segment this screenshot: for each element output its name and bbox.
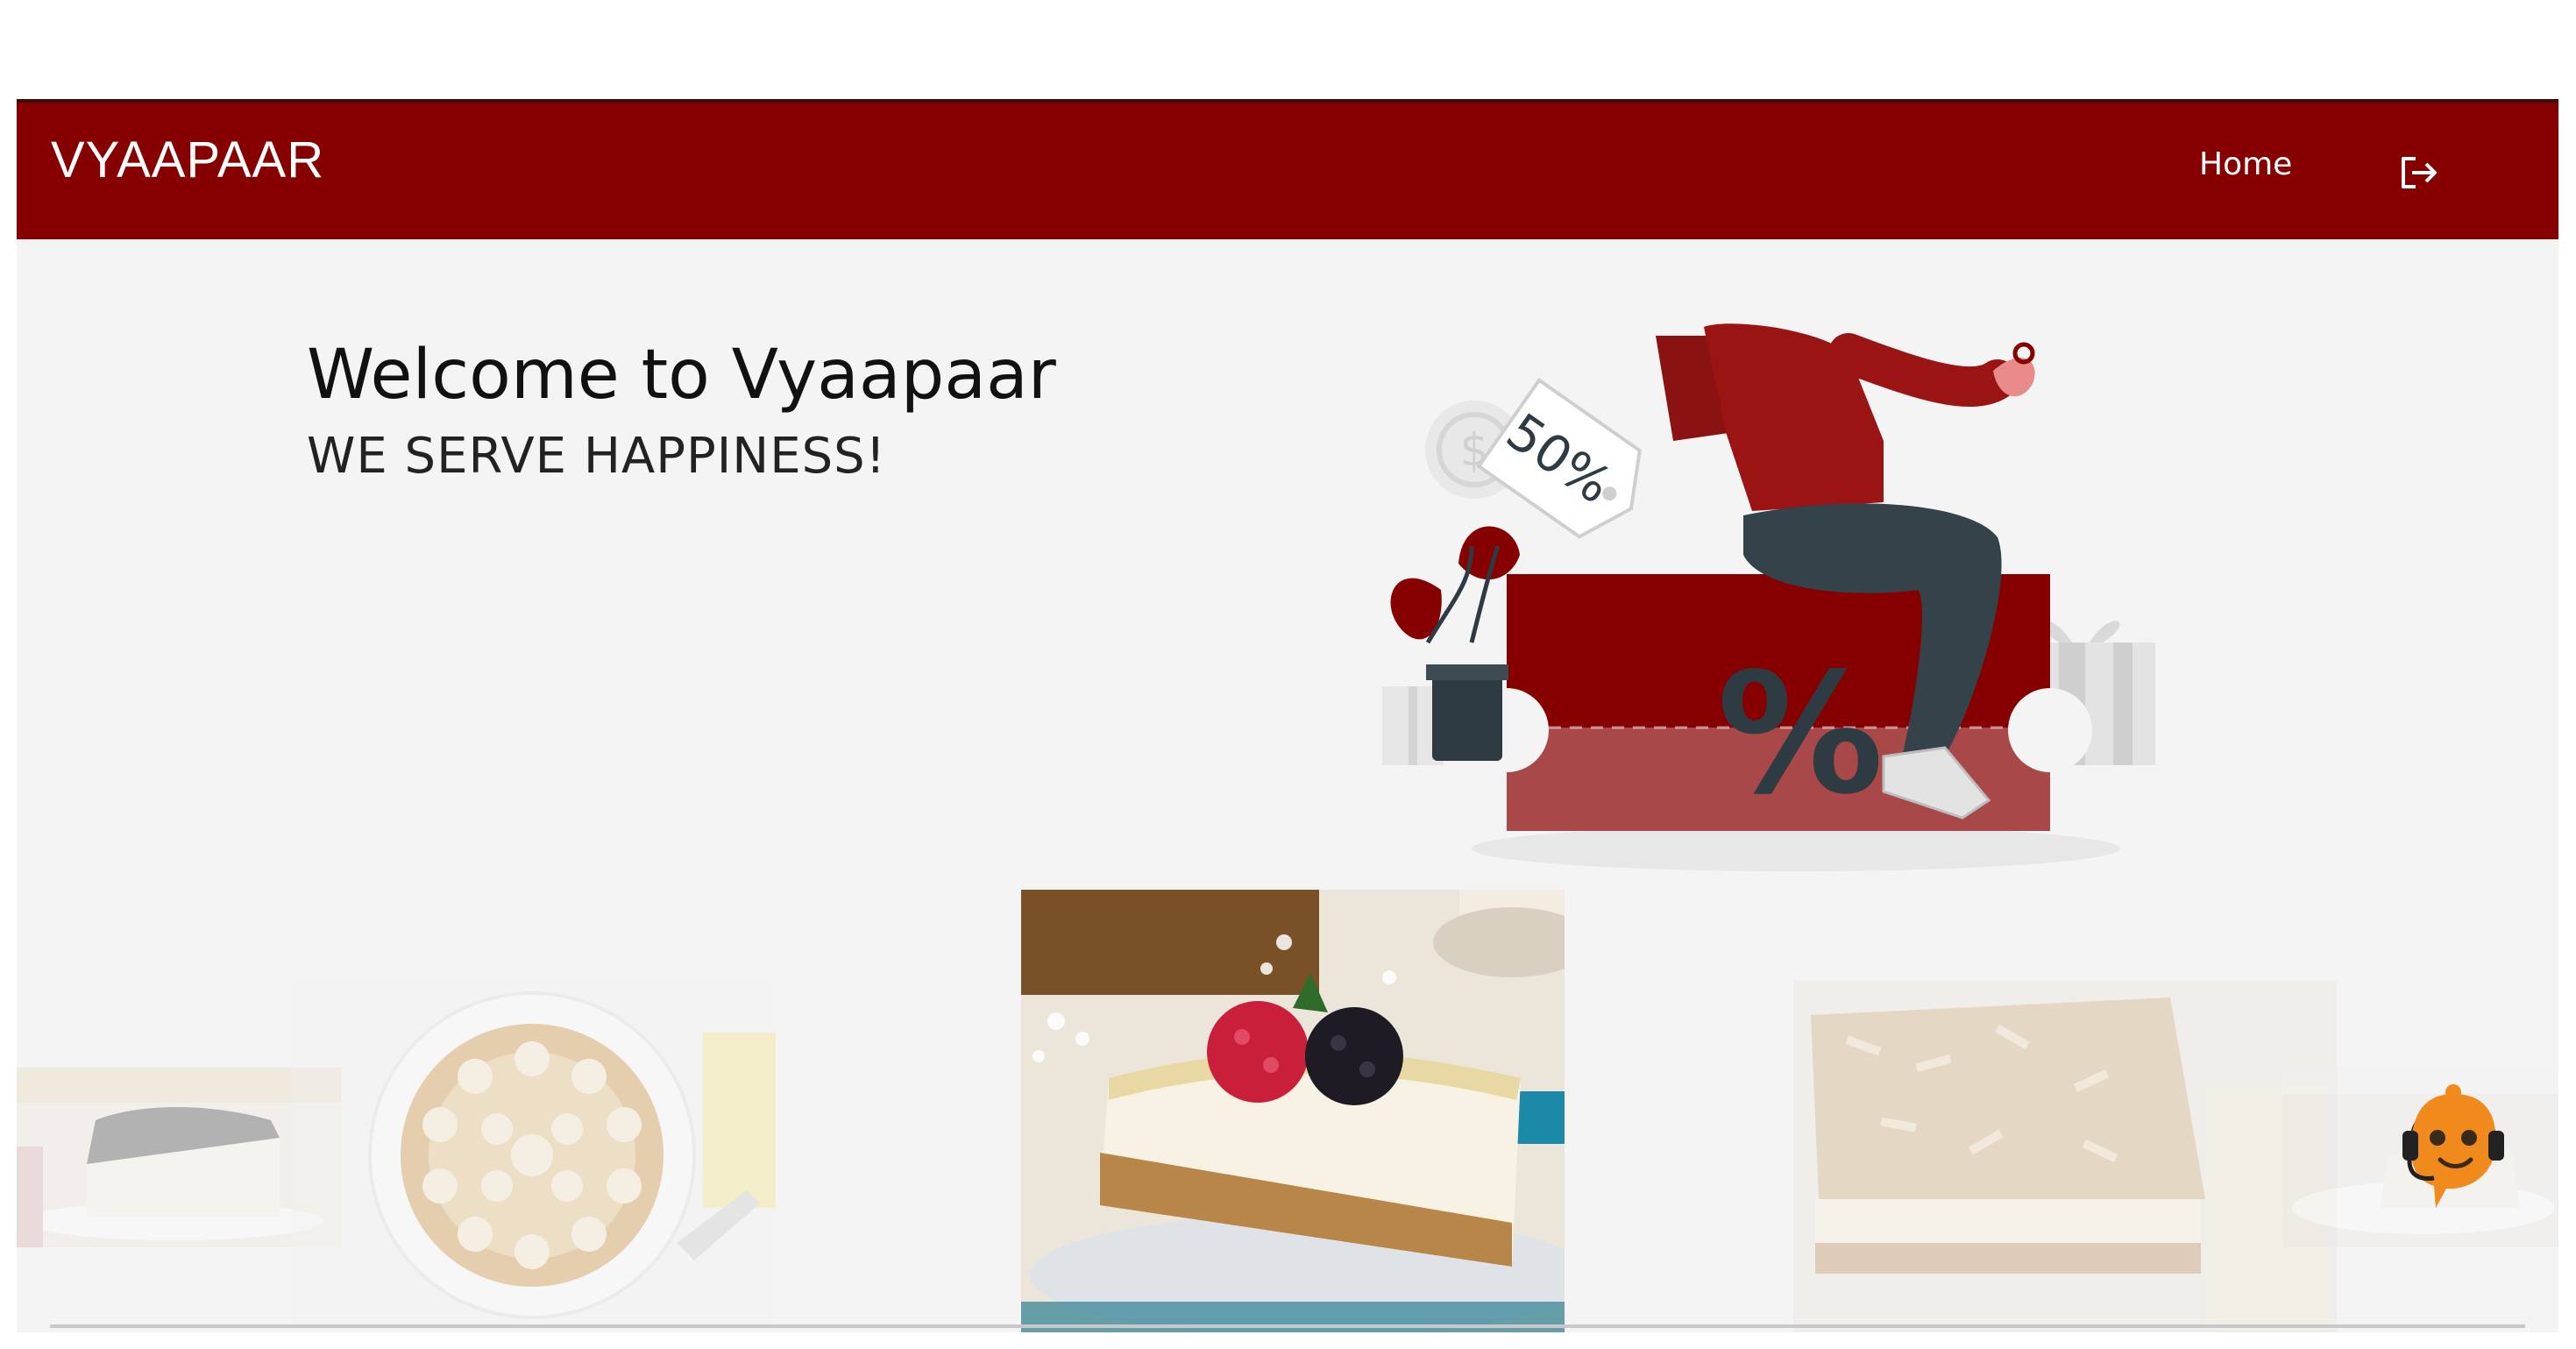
carousel-item-almond-cake[interactable] xyxy=(1793,980,2337,1332)
person-arm xyxy=(1828,333,2018,408)
logout-button[interactable] xyxy=(2393,146,2445,199)
raspberry xyxy=(1207,1001,1309,1103)
hero-subtitle: WE SERVE HAPPINESS! xyxy=(307,428,887,485)
hero-illustration: $ % 50% xyxy=(1382,323,2155,871)
navbar: VYAAPAAR Home xyxy=(17,99,2558,239)
brand-logo[interactable]: VYAAPAAR xyxy=(51,131,324,189)
page: VYAAPAAR Home Welcome to Vyaapaar WE SER… xyxy=(17,99,2558,1332)
hero-title: Welcome to Vyaapaar xyxy=(307,336,1056,415)
carousel-item-banoffee-pie[interactable] xyxy=(291,980,776,1332)
cheesecake-image xyxy=(1021,890,1565,1332)
bottom-divider xyxy=(50,1324,2525,1328)
almond-cake-image xyxy=(1793,980,2337,1332)
chatbot-button[interactable] xyxy=(2392,1076,2515,1208)
chatbot-headset-icon xyxy=(2402,1084,2504,1208)
logout-icon xyxy=(2402,157,2437,188)
blackberry xyxy=(1305,1007,1403,1105)
banoffee-pie-image xyxy=(291,980,776,1332)
ground-shadow xyxy=(1472,826,2120,871)
carousel-item-cheesecake-with-berries[interactable] xyxy=(1021,890,1565,1332)
nav-home-link[interactable]: Home xyxy=(2199,146,2292,182)
coupon-percent-symbol: % xyxy=(1717,637,1884,831)
price-tag: 50% xyxy=(1476,377,1642,539)
